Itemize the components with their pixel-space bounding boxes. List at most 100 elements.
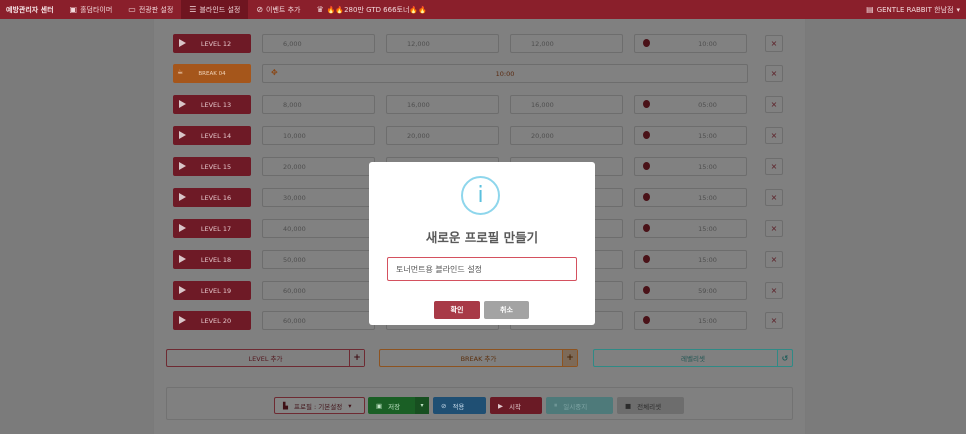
pause-icon: ⏸	[554, 401, 558, 409]
break-time-field[interactable]: ✥ 10:00	[262, 64, 748, 83]
play-icon	[179, 255, 186, 263]
small-blind-field[interactable]: 50,000	[262, 250, 375, 269]
duration-field[interactable]: 59:00	[634, 281, 747, 300]
level-button[interactable]: LEVEL 20	[173, 311, 251, 330]
undo-icon: ↺	[777, 350, 792, 366]
level-button[interactable]: LEVEL 17	[173, 219, 251, 238]
small-blind-field[interactable]: 30,000	[262, 188, 375, 207]
store-icon: ▤	[866, 5, 874, 14]
break-row: ☕ BREAK 04 ✥ 10:00 ×	[173, 64, 783, 83]
delete-row-button[interactable]: ×	[765, 35, 783, 52]
play-icon	[179, 286, 186, 294]
level-button[interactable]: LEVEL 16	[173, 188, 251, 207]
play-icon	[179, 193, 186, 201]
list-icon: ☰	[189, 5, 197, 14]
plus-icon: +	[349, 350, 364, 366]
stop-icon: ■	[625, 401, 632, 410]
timer-icon	[643, 193, 650, 201]
duration-field[interactable]: 15:00	[634, 126, 747, 145]
delete-row-button[interactable]: ×	[765, 251, 783, 268]
level-button[interactable]: LEVEL 12	[173, 34, 251, 53]
profile-name-input[interactable]	[387, 257, 577, 281]
profile-select[interactable]: ▙ 프로필 : 기본설정 ▾	[274, 397, 365, 414]
duration-field[interactable]: 15:00	[634, 250, 747, 269]
level-button[interactable]: LEVEL 14	[173, 126, 251, 145]
nav-display-settings[interactable]: ▭ 전광판 설정	[120, 0, 181, 19]
delete-row-button[interactable]: ×	[765, 96, 783, 113]
small-blind-field[interactable]: 10,000	[262, 126, 375, 145]
info-icon: i	[461, 176, 500, 215]
delete-row-button[interactable]: ×	[765, 220, 783, 237]
delete-row-button[interactable]: ×	[765, 158, 783, 175]
ante-field[interactable]: 20,000	[510, 126, 623, 145]
ante-field[interactable]: 16,000	[510, 95, 623, 114]
duration-field[interactable]: 05:00	[634, 95, 747, 114]
check-circle-icon: ⊘	[441, 401, 447, 410]
duration-field[interactable]: 15:00	[634, 157, 747, 176]
small-blind-field[interactable]: 40,000	[262, 219, 375, 238]
confirm-button[interactable]: 확인	[434, 301, 480, 319]
play-icon	[179, 100, 186, 108]
duration-field[interactable]: 10:00	[634, 34, 747, 53]
delete-row-button[interactable]: ×	[765, 65, 783, 82]
timer-icon	[643, 255, 650, 263]
delete-row-button[interactable]: ×	[765, 282, 783, 299]
cancel-button[interactable]: 취소	[484, 301, 529, 319]
caret-down-icon: ▾	[348, 401, 352, 410]
delete-row-button[interactable]: ×	[765, 189, 783, 206]
level-button[interactable]: LEVEL 15	[173, 157, 251, 176]
level-row: LEVEL 14 10,000 20,000 20,000 15:00 ×	[173, 126, 783, 145]
add-break-button[interactable]: BREAK 추가 +	[379, 349, 578, 367]
reset-levels-button[interactable]: 레벨리셋 ↺	[593, 349, 793, 367]
level-button[interactable]: LEVEL 18	[173, 250, 251, 269]
user-menu[interactable]: ▤ GENTLE RABBIT 한남점 ▾	[866, 0, 960, 19]
plus-icon: +	[562, 350, 577, 366]
small-blind-field[interactable]: 60,000	[262, 311, 375, 330]
reset-all-button[interactable]: ■ 전체리셋	[617, 397, 684, 414]
duration-field[interactable]: 15:00	[634, 188, 747, 207]
small-blind-field[interactable]: 60,000	[262, 281, 375, 300]
delete-row-button[interactable]: ×	[765, 127, 783, 144]
play-icon	[179, 39, 186, 47]
level-row: LEVEL 12 6,000 12,000 12,000 10:00 ×	[173, 34, 783, 53]
play-icon: ▶	[498, 401, 503, 410]
break-button[interactable]: ☕ BREAK 04	[173, 64, 251, 83]
timer-icon	[643, 286, 650, 294]
big-blind-field[interactable]: 12,000	[386, 34, 499, 53]
duration-field[interactable]: 15:00	[634, 219, 747, 238]
move-icon[interactable]: ✥	[271, 68, 278, 77]
timer-icon	[643, 316, 650, 324]
play-icon	[179, 131, 186, 139]
trophy-icon: ♛	[316, 5, 324, 14]
save-button[interactable]: ▣ 저장 ▾	[368, 397, 429, 414]
play-icon	[179, 224, 186, 232]
brand-link[interactable]: 예방관리자 센터	[0, 5, 62, 15]
small-blind-field[interactable]: 6,000	[262, 34, 375, 53]
start-button[interactable]: ▶ 시작	[490, 397, 542, 414]
delete-row-button[interactable]: ×	[765, 312, 783, 329]
link-icon: ⊘	[256, 5, 264, 14]
ante-field[interactable]: 12,000	[510, 34, 623, 53]
level-row: LEVEL 13 8,000 16,000 16,000 05:00 ×	[173, 95, 783, 114]
timer-icon	[643, 224, 650, 232]
big-blind-field[interactable]: 20,000	[386, 126, 499, 145]
apply-button[interactable]: ⊘ 적용	[433, 397, 486, 414]
nav-holdem-timer[interactable]: ▣ 홀덤타이머	[62, 0, 121, 19]
big-blind-field[interactable]: 16,000	[386, 95, 499, 114]
monitor-icon: ▭	[128, 5, 136, 14]
nav-add-event[interactable]: ⊘ 이벤트 추가	[248, 0, 308, 19]
save-icon: ▣	[376, 401, 383, 410]
add-level-button[interactable]: LEVEL 추가 +	[166, 349, 365, 367]
level-button[interactable]: LEVEL 19	[173, 281, 251, 300]
save-dropdown-icon[interactable]: ▾	[415, 397, 429, 414]
nav-tournament[interactable]: ♛ 🔥🔥280만 GTD 666토너🔥🔥	[308, 0, 434, 19]
nav-blind-settings[interactable]: ☰ 블라인드 설정	[181, 0, 249, 19]
top-navbar: 예방관리자 센터 ▣ 홀덤타이머 ▭ 전광판 설정 ☰ 블라인드 설정 ⊘ 이벤트 추가…	[0, 0, 966, 19]
pause-button[interactable]: ⏸ 일시중지	[546, 397, 613, 414]
level-button[interactable]: LEVEL 13	[173, 95, 251, 114]
small-blind-field[interactable]: 8,000	[262, 95, 375, 114]
small-blind-field[interactable]: 20,000	[262, 157, 375, 176]
timer-icon	[643, 162, 650, 170]
duration-field[interactable]: 15:00	[634, 311, 747, 330]
caret-down-icon: ▾	[956, 5, 960, 14]
